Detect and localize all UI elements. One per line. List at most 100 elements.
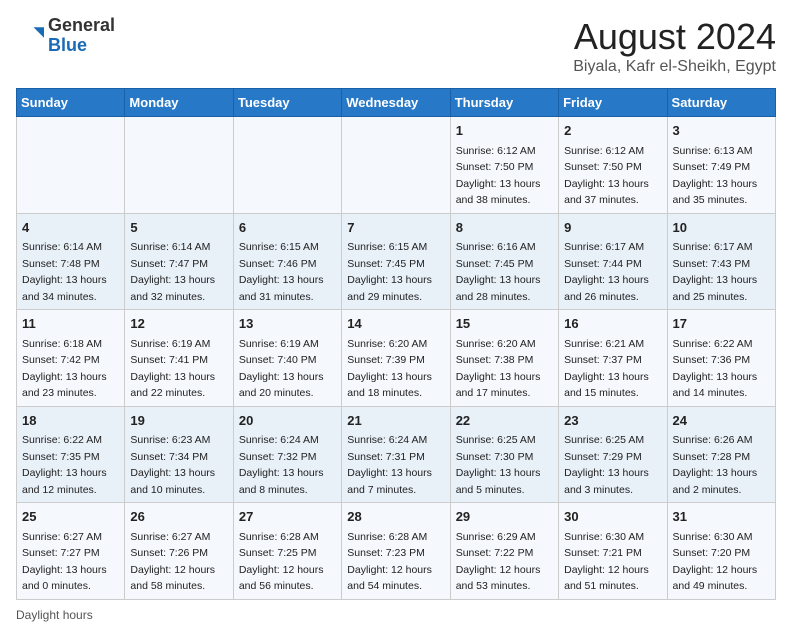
day-info: Sunrise: 6:30 AM Sunset: 7:20 PM Dayligh…	[673, 531, 758, 593]
day-cell: 11 Sunrise: 6:18 AM Sunset: 7:42 PM Dayli…	[17, 310, 125, 407]
col-header-monday: Monday	[125, 89, 233, 117]
day-info: Sunrise: 6:19 AM Sunset: 7:40 PM Dayligh…	[239, 338, 324, 400]
day-number: 18	[22, 411, 119, 431]
day-info: Sunrise: 6:14 AM Sunset: 7:47 PM Dayligh…	[130, 241, 215, 303]
page-header: General Blue August 2024 Biyala, Kafr el…	[16, 16, 776, 76]
col-header-sunday: Sunday	[17, 89, 125, 117]
col-header-tuesday: Tuesday	[233, 89, 341, 117]
day-info: Sunrise: 6:21 AM Sunset: 7:37 PM Dayligh…	[564, 338, 649, 400]
day-cell: 14Sunrise: 6:20 AM Sunset: 7:39 PM Dayli…	[342, 310, 450, 407]
day-number: 19	[130, 411, 227, 431]
day-cell: 31 Sunrise: 6:30 AM Sunset: 7:20 PM Dayli…	[667, 503, 775, 600]
day-info: Sunrise: 6:13 AM Sunset: 7:49 PM Dayligh…	[673, 145, 758, 207]
day-number: 26	[130, 507, 227, 527]
day-cell	[342, 117, 450, 214]
week-row-5: 25 Sunrise: 6:27 AM Sunset: 7:27 PM Dayli…	[17, 503, 776, 600]
day-info: Sunrise: 6:20 AM Sunset: 7:38 PM Dayligh…	[456, 338, 541, 400]
day-cell: 16 Sunrise: 6:21 AM Sunset: 7:37 PM Dayli…	[559, 310, 667, 407]
day-info: Sunrise: 6:28 AM Sunset: 7:25 PM Dayligh…	[239, 531, 324, 593]
day-number: 21	[347, 411, 444, 431]
day-cell: 26 Sunrise: 6:27 AM Sunset: 7:26 PM Dayli…	[125, 503, 233, 600]
day-info: Sunrise: 6:17 AM Sunset: 7:43 PM Dayligh…	[673, 241, 758, 303]
day-cell: 18Sunrise: 6:22 AM Sunset: 7:35 PM Dayli…	[17, 406, 125, 503]
day-cell	[17, 117, 125, 214]
day-cell: 5 Sunrise: 6:14 AM Sunset: 7:47 PM Daylig…	[125, 213, 233, 310]
week-row-4: 18Sunrise: 6:22 AM Sunset: 7:35 PM Dayli…	[17, 406, 776, 503]
day-cell: 22Sunrise: 6:25 AM Sunset: 7:30 PM Dayli…	[450, 406, 558, 503]
day-number: 13	[239, 314, 336, 334]
day-info: Sunrise: 6:27 AM Sunset: 7:26 PM Dayligh…	[130, 531, 215, 593]
day-number: 8	[456, 218, 553, 238]
day-number: 29	[456, 507, 553, 527]
day-cell: 7 Sunrise: 6:15 AM Sunset: 7:45 PM Daylig…	[342, 213, 450, 310]
day-number: 4	[22, 218, 119, 238]
day-info: Sunrise: 6:25 AM Sunset: 7:29 PM Dayligh…	[564, 434, 649, 496]
day-info: Sunrise: 6:12 AM Sunset: 7:50 PM Dayligh…	[564, 145, 649, 207]
day-cell: 12 Sunrise: 6:19 AM Sunset: 7:41 PM Dayli…	[125, 310, 233, 407]
day-info: Sunrise: 6:19 AM Sunset: 7:41 PM Dayligh…	[130, 338, 215, 400]
day-info: Sunrise: 6:15 AM Sunset: 7:45 PM Dayligh…	[347, 241, 432, 303]
calendar-table: SundayMondayTuesdayWednesdayThursdayFrid…	[16, 88, 776, 600]
day-cell: 15Sunrise: 6:20 AM Sunset: 7:38 PM Dayli…	[450, 310, 558, 407]
header-row: SundayMondayTuesdayWednesdayThursdayFrid…	[17, 89, 776, 117]
day-cell: 1 Sunrise: 6:12 AM Sunset: 7:50 PM Daylig…	[450, 117, 558, 214]
day-number: 16	[564, 314, 661, 334]
day-number: 25	[22, 507, 119, 527]
main-title: August 2024	[573, 16, 776, 58]
day-number: 12	[130, 314, 227, 334]
day-info: Sunrise: 6:22 AM Sunset: 7:36 PM Dayligh…	[673, 338, 758, 400]
day-number: 5	[130, 218, 227, 238]
day-number: 11	[22, 314, 119, 334]
day-info: Sunrise: 6:25 AM Sunset: 7:30 PM Dayligh…	[456, 434, 541, 496]
day-number: 6	[239, 218, 336, 238]
day-cell: 20 Sunrise: 6:24 AM Sunset: 7:32 PM Dayli…	[233, 406, 341, 503]
day-cell: 13 Sunrise: 6:19 AM Sunset: 7:40 PM Dayli…	[233, 310, 341, 407]
day-cell: 29 Sunrise: 6:29 AM Sunset: 7:22 PM Dayli…	[450, 503, 558, 600]
day-number: 10	[673, 218, 770, 238]
logo-text: General Blue	[48, 16, 115, 56]
day-info: Sunrise: 6:30 AM Sunset: 7:21 PM Dayligh…	[564, 531, 649, 593]
day-number: 17	[673, 314, 770, 334]
week-row-3: 11 Sunrise: 6:18 AM Sunset: 7:42 PM Dayli…	[17, 310, 776, 407]
day-info: Sunrise: 6:15 AM Sunset: 7:46 PM Dayligh…	[239, 241, 324, 303]
title-block: August 2024 Biyala, Kafr el-Sheikh, Egyp…	[573, 16, 776, 76]
day-info: Sunrise: 6:12 AM Sunset: 7:50 PM Dayligh…	[456, 145, 541, 207]
col-header-thursday: Thursday	[450, 89, 558, 117]
day-cell: 30 Sunrise: 6:30 AM Sunset: 7:21 PM Dayli…	[559, 503, 667, 600]
day-number: 24	[673, 411, 770, 431]
day-info: Sunrise: 6:29 AM Sunset: 7:22 PM Dayligh…	[456, 531, 541, 593]
col-header-friday: Friday	[559, 89, 667, 117]
day-info: Sunrise: 6:26 AM Sunset: 7:28 PM Dayligh…	[673, 434, 758, 496]
day-cell	[125, 117, 233, 214]
day-cell: 23Sunrise: 6:25 AM Sunset: 7:29 PM Dayli…	[559, 406, 667, 503]
day-number: 31	[673, 507, 770, 527]
day-number: 28	[347, 507, 444, 527]
day-info: Sunrise: 6:18 AM Sunset: 7:42 PM Dayligh…	[22, 338, 107, 400]
logo: General Blue	[16, 16, 115, 56]
day-cell: 10 Sunrise: 6:17 AM Sunset: 7:43 PM Dayli…	[667, 213, 775, 310]
day-info: Sunrise: 6:23 AM Sunset: 7:34 PM Dayligh…	[130, 434, 215, 496]
day-number: 9	[564, 218, 661, 238]
day-info: Sunrise: 6:24 AM Sunset: 7:31 PM Dayligh…	[347, 434, 432, 496]
day-number: 27	[239, 507, 336, 527]
day-info: Sunrise: 6:14 AM Sunset: 7:48 PM Dayligh…	[22, 241, 107, 303]
day-info: Sunrise: 6:27 AM Sunset: 7:27 PM Dayligh…	[22, 531, 107, 593]
day-cell: 4 Sunrise: 6:14 AM Sunset: 7:48 PM Daylig…	[17, 213, 125, 310]
week-row-1: 1 Sunrise: 6:12 AM Sunset: 7:50 PM Daylig…	[17, 117, 776, 214]
subtitle: Biyala, Kafr el-Sheikh, Egypt	[573, 58, 776, 76]
day-number: 7	[347, 218, 444, 238]
day-number: 20	[239, 411, 336, 431]
day-number: 1	[456, 121, 553, 141]
day-cell	[233, 117, 341, 214]
day-cell: 3Sunrise: 6:13 AM Sunset: 7:49 PM Daylig…	[667, 117, 775, 214]
day-cell: 8Sunrise: 6:16 AM Sunset: 7:45 PM Daylig…	[450, 213, 558, 310]
day-number: 14	[347, 314, 444, 334]
day-number: 2	[564, 121, 661, 141]
day-cell: 25 Sunrise: 6:27 AM Sunset: 7:27 PM Dayli…	[17, 503, 125, 600]
col-header-wednesday: Wednesday	[342, 89, 450, 117]
day-number: 30	[564, 507, 661, 527]
col-header-saturday: Saturday	[667, 89, 775, 117]
footer: Daylight hours	[16, 608, 776, 622]
day-cell: 27 Sunrise: 6:28 AM Sunset: 7:25 PM Dayli…	[233, 503, 341, 600]
day-info: Sunrise: 6:24 AM Sunset: 7:32 PM Dayligh…	[239, 434, 324, 496]
